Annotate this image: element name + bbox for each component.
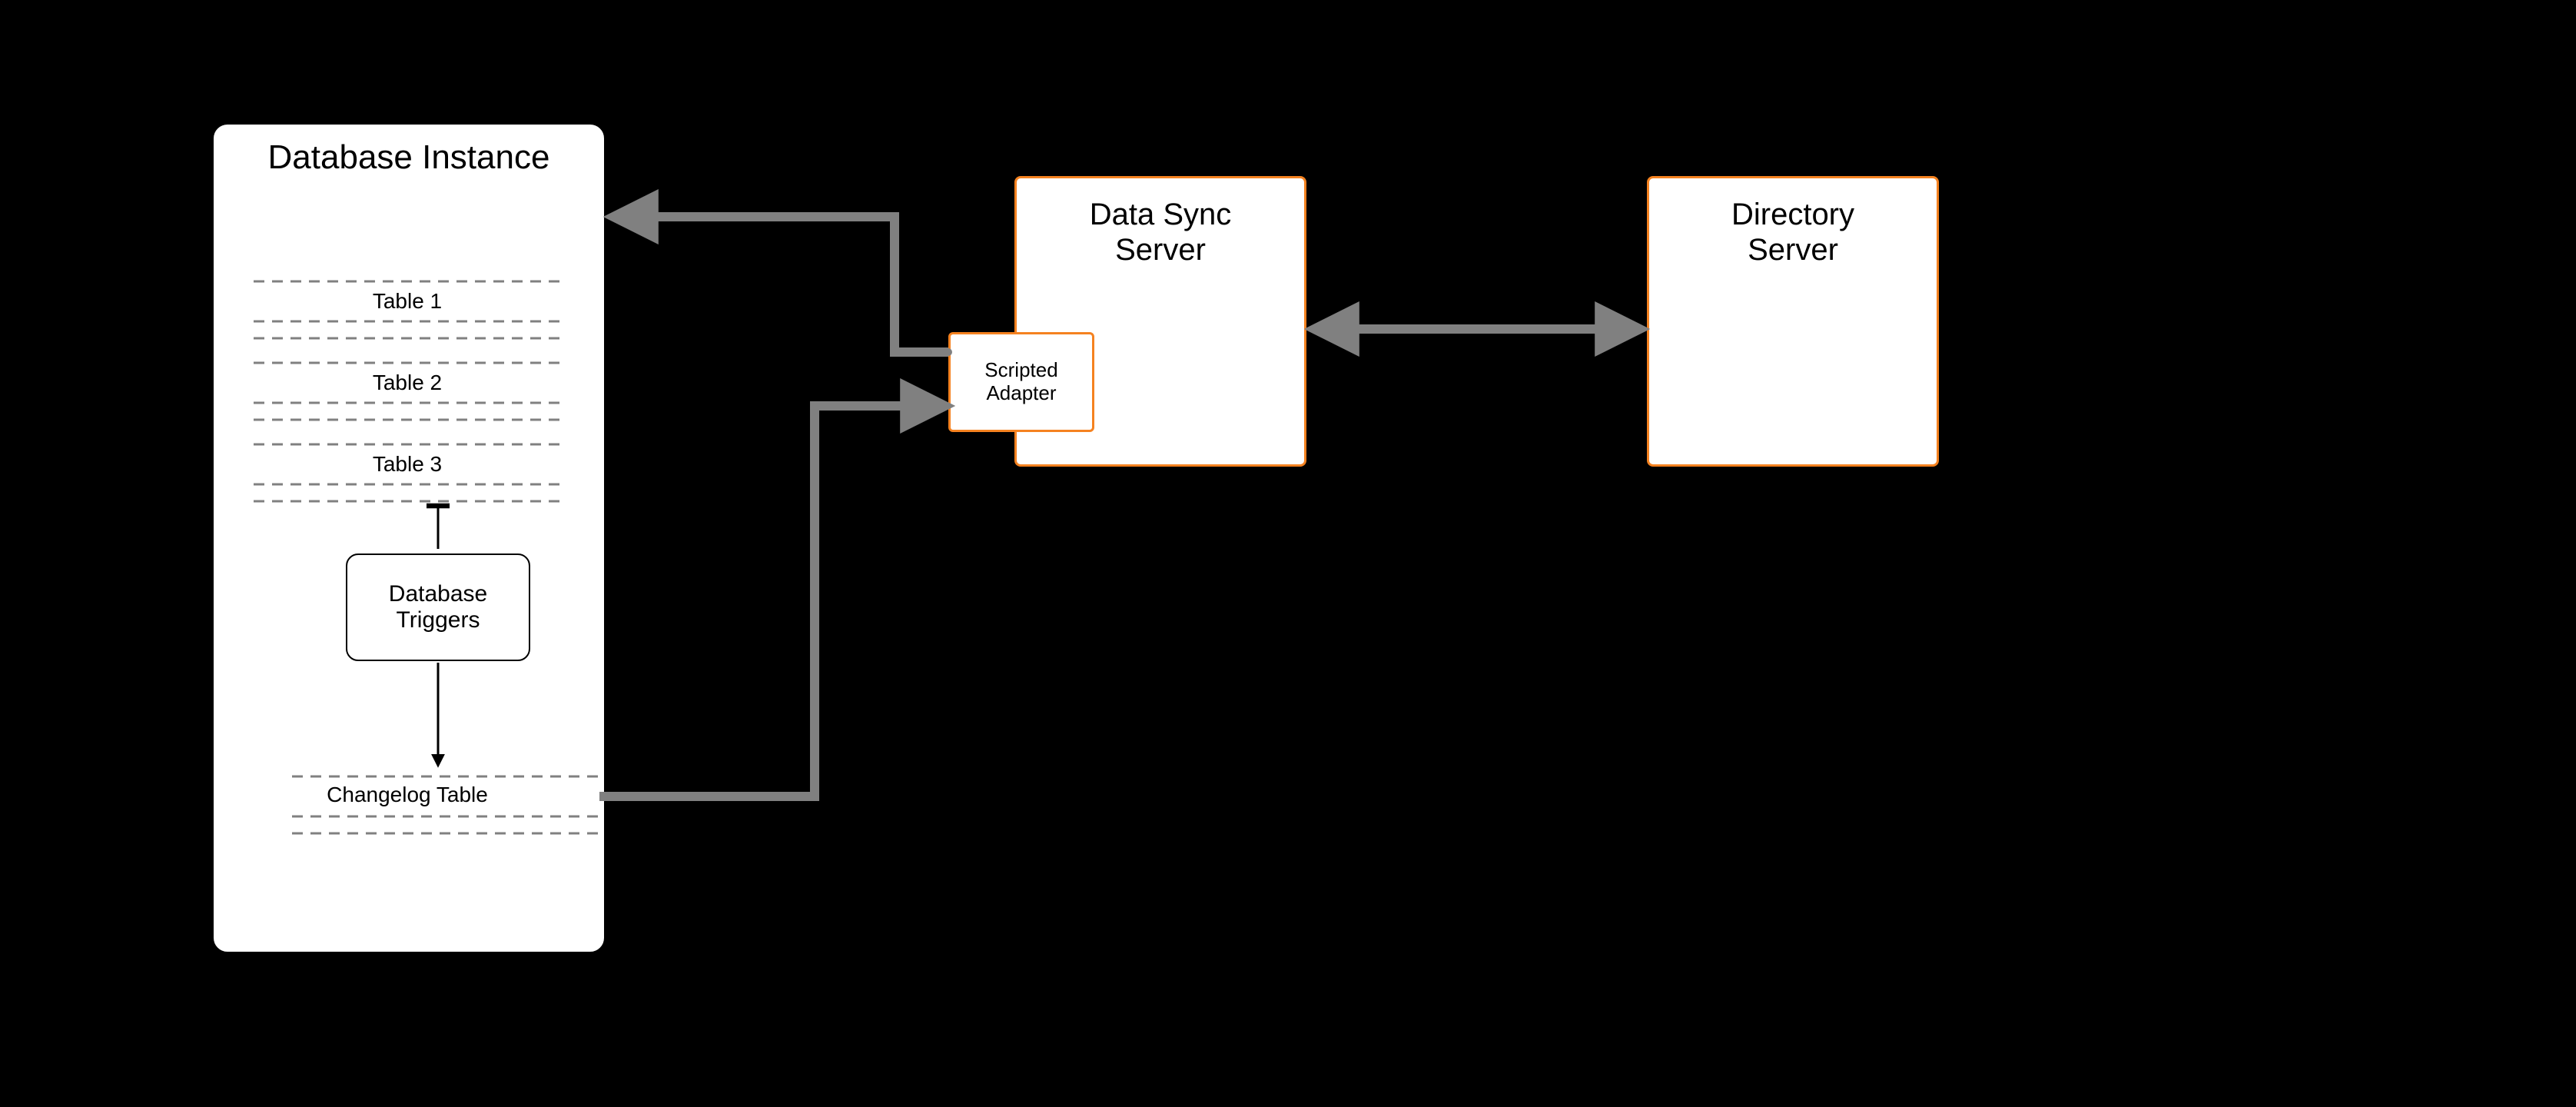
database-instance-box: Database Instance bbox=[212, 123, 606, 953]
database-instance-title: Database Instance bbox=[214, 125, 604, 178]
directory-server-title: Directory Server bbox=[1649, 178, 1937, 268]
arrow-changelog-to-adapter bbox=[599, 406, 922, 796]
database-triggers-box: Database Triggers bbox=[346, 554, 530, 661]
table-1-label: Table 1 bbox=[292, 289, 523, 314]
diagram-canvas: Database Instance Table 1 Table 2 Table … bbox=[0, 0, 2576, 1107]
data-sync-server-title: Data Sync Server bbox=[1017, 178, 1304, 268]
arrow-adapter-to-db bbox=[636, 217, 948, 352]
scripted-adapter-box: Scripted Adapter bbox=[948, 332, 1094, 432]
scripted-adapter-label: Scripted Adapter bbox=[984, 359, 1057, 405]
changelog-table-label: Changelog Table bbox=[292, 783, 523, 807]
table-3-label: Table 3 bbox=[292, 452, 523, 477]
database-triggers-label: Database Triggers bbox=[389, 581, 487, 634]
directory-server-box: Directory Server bbox=[1647, 176, 1939, 467]
table-2-label: Table 2 bbox=[292, 371, 523, 395]
